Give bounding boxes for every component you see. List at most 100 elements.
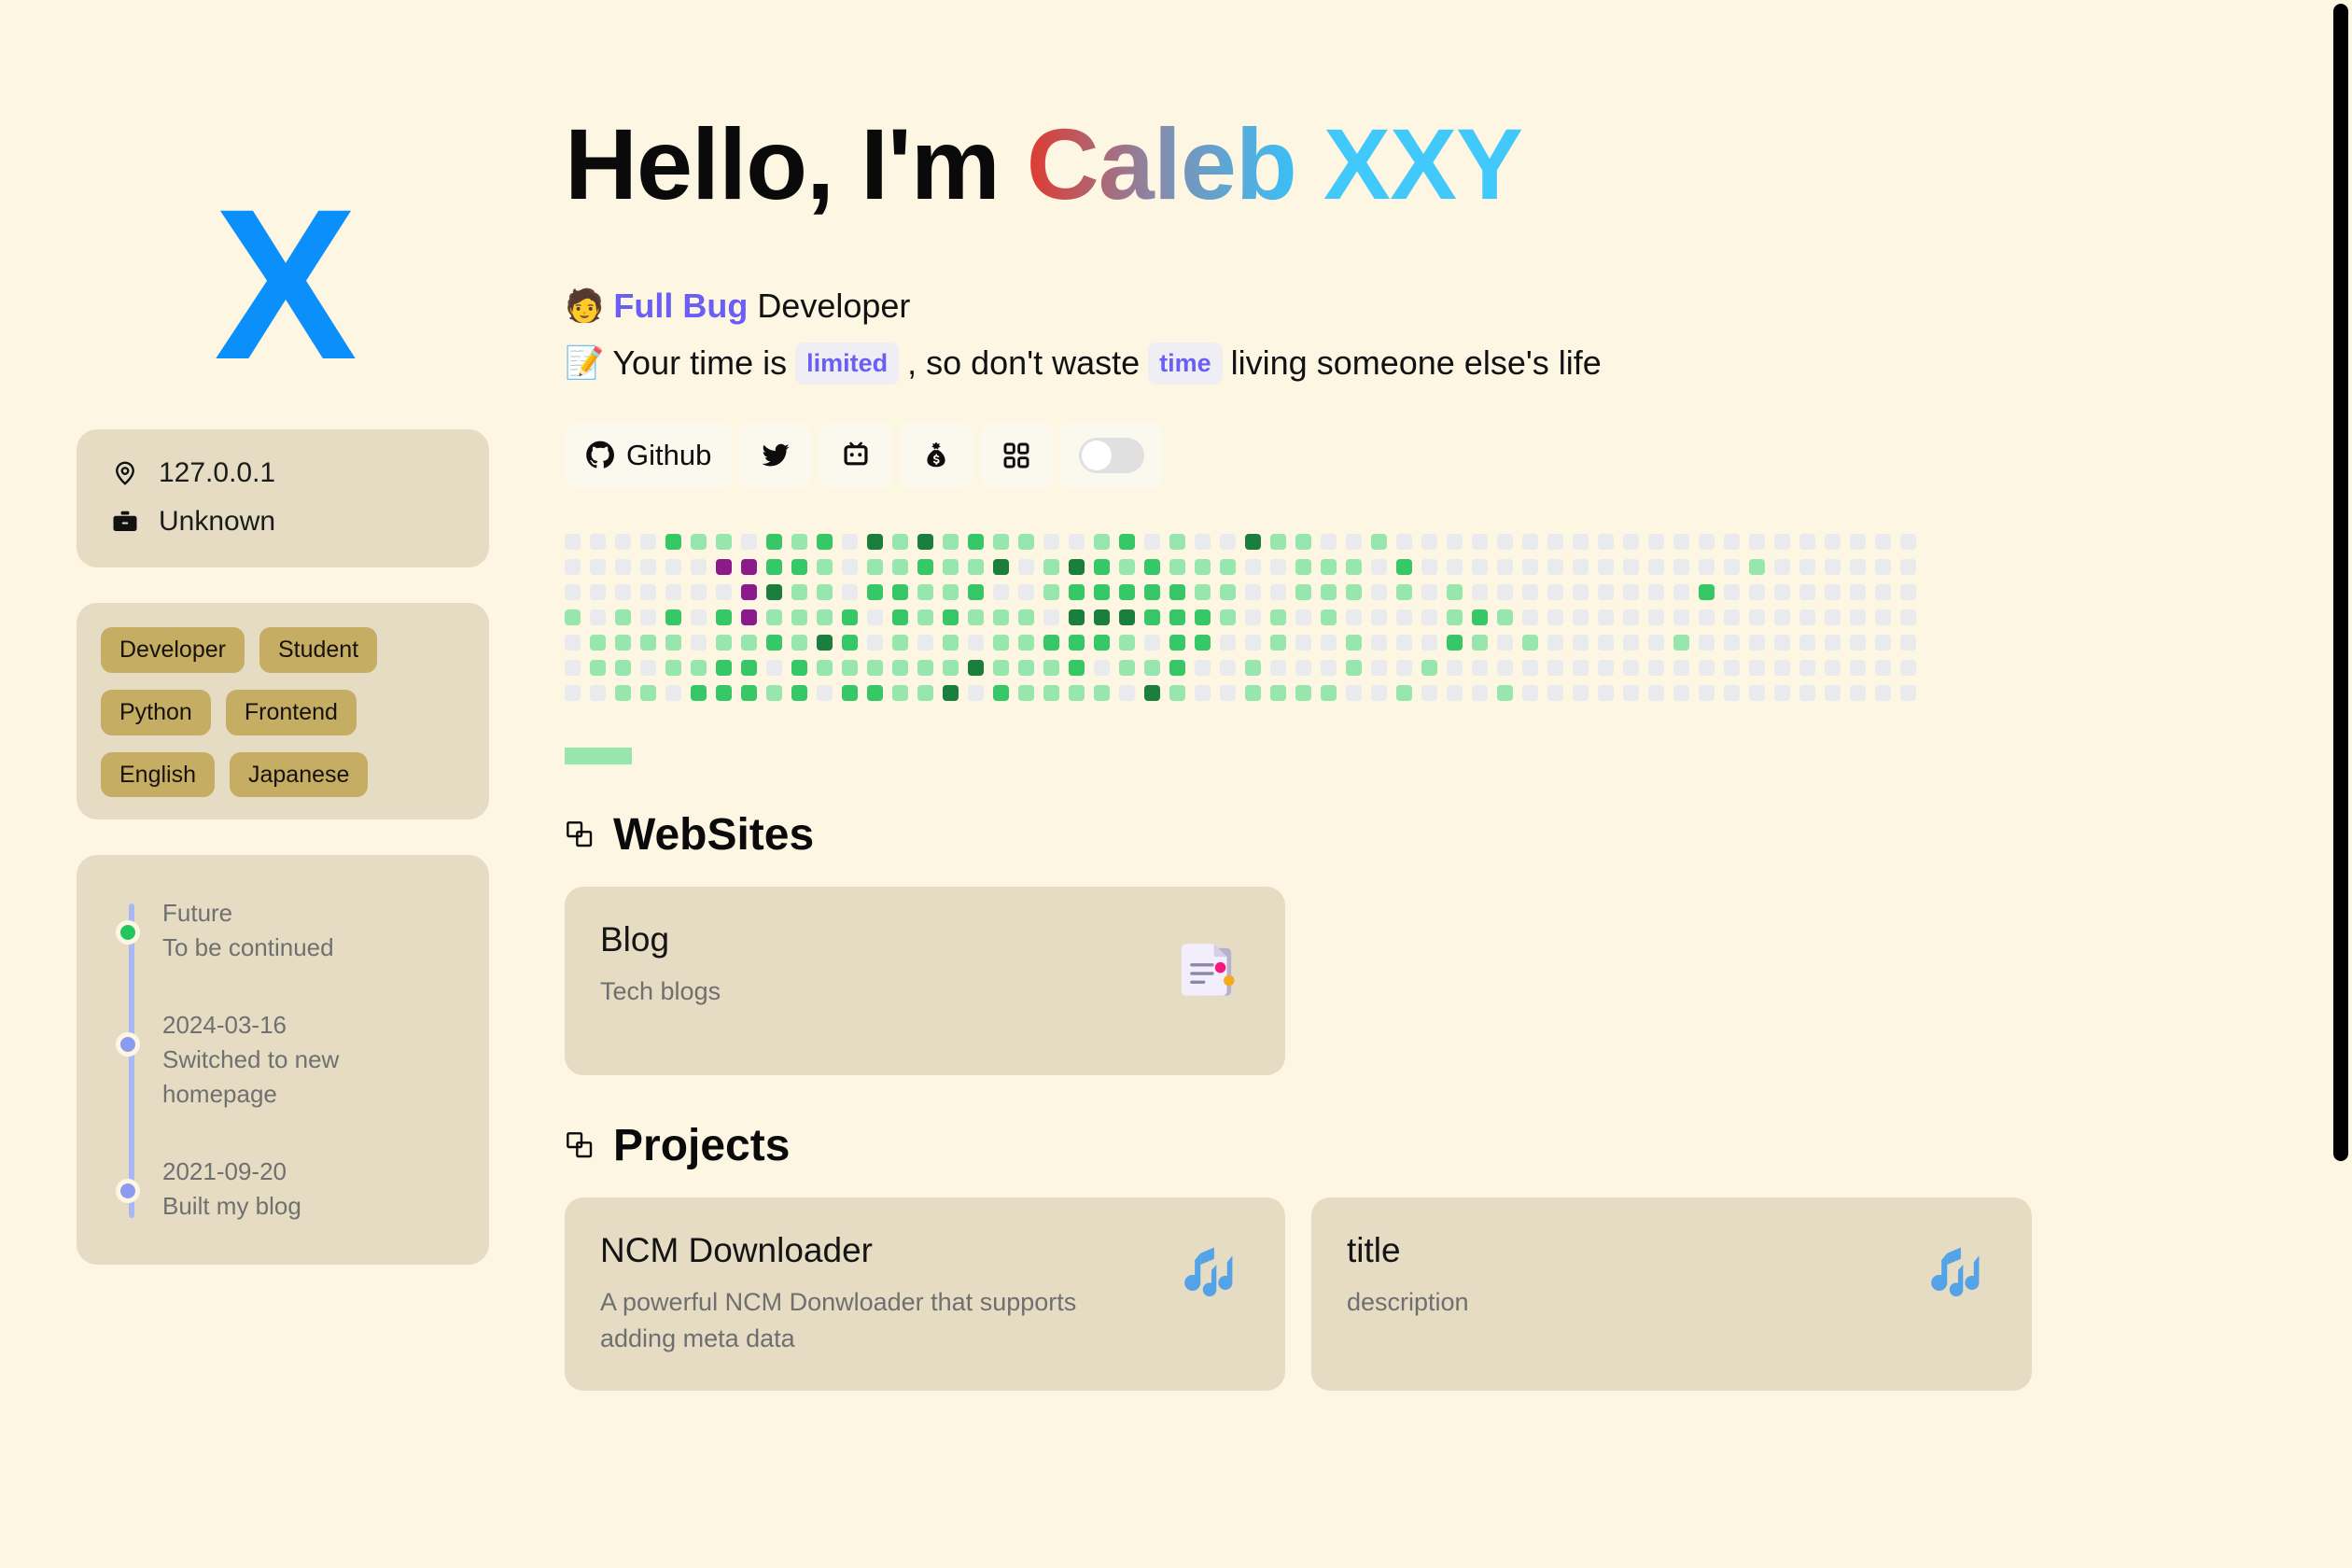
heatmap-cell[interactable] (1270, 558, 1286, 575)
theme-toggle-button[interactable] (1060, 421, 1164, 489)
heatmap-cell[interactable] (1699, 684, 1715, 701)
heatmap-cell[interactable] (1875, 583, 1891, 600)
heatmap-cell[interactable] (1774, 659, 1790, 676)
heatmap-cell[interactable] (1447, 659, 1463, 676)
heatmap-cell[interactable] (993, 609, 1009, 625)
heatmap-cell[interactable] (892, 659, 908, 676)
heatmap-cell[interactable] (615, 558, 631, 575)
heatmap-cell[interactable] (1220, 634, 1236, 651)
heatmap-cell[interactable] (1270, 609, 1286, 625)
heatmap-cell[interactable] (1169, 609, 1185, 625)
heatmap-cell[interactable] (1623, 533, 1639, 550)
heatmap-cell[interactable] (1648, 533, 1664, 550)
heatmap-cell[interactable] (1724, 609, 1740, 625)
heatmap-cell[interactable] (1169, 684, 1185, 701)
heatmap-cell[interactable] (1043, 684, 1059, 701)
heatmap-cell[interactable] (892, 684, 908, 701)
heatmap-cell[interactable] (1346, 533, 1362, 550)
heatmap-cell[interactable] (1220, 659, 1236, 676)
heatmap-cell[interactable] (691, 634, 707, 651)
heatmap-cell[interactable] (1573, 609, 1589, 625)
heatmap-cell[interactable] (1094, 659, 1110, 676)
project-card-ncm-downloader[interactable]: NCM Downloader A powerful NCM Donwloader… (565, 1197, 1285, 1391)
heatmap-cell[interactable] (1724, 634, 1740, 651)
heatmap-cell[interactable] (1220, 583, 1236, 600)
heatmap-cell[interactable] (1774, 634, 1790, 651)
heatmap-cell[interactable] (1245, 634, 1261, 651)
heatmap-cell[interactable] (842, 634, 858, 651)
heatmap-cell[interactable] (1598, 659, 1614, 676)
heatmap-cell[interactable] (842, 583, 858, 600)
heatmap-cell[interactable] (1396, 558, 1412, 575)
heatmap-cell[interactable] (1573, 684, 1589, 701)
heatmap-cell[interactable] (842, 533, 858, 550)
heatmap-cell[interactable] (1749, 659, 1765, 676)
heatmap-cell[interactable] (1673, 583, 1689, 600)
heatmap-cell[interactable] (1547, 583, 1563, 600)
heatmap-cell[interactable] (968, 609, 984, 625)
heatmap-cell[interactable] (1321, 634, 1337, 651)
heatmap-cell[interactable] (665, 659, 681, 676)
heatmap-cell[interactable] (1875, 558, 1891, 575)
heatmap-cell[interactable] (1144, 684, 1160, 701)
heatmap-cell[interactable] (1825, 634, 1841, 651)
heatmap-cell[interactable] (565, 609, 581, 625)
heatmap-cell[interactable] (691, 558, 707, 575)
heatmap-cell[interactable] (1270, 659, 1286, 676)
heatmap-cell[interactable] (1623, 558, 1639, 575)
heatmap-cell[interactable] (817, 659, 833, 676)
heatmap-cell[interactable] (1295, 558, 1311, 575)
heatmap-cell[interactable] (1774, 558, 1790, 575)
heatmap-cell[interactable] (691, 583, 707, 600)
heatmap-cell[interactable] (590, 659, 606, 676)
heatmap-cell[interactable] (1195, 533, 1211, 550)
heatmap-cell[interactable] (1195, 684, 1211, 701)
social-link-sponsor[interactable] (900, 421, 973, 489)
heatmap-cell[interactable] (1472, 684, 1488, 701)
social-link-twitter[interactable] (739, 421, 813, 489)
heatmap-cell[interactable] (1547, 558, 1563, 575)
heatmap-cell[interactable] (1018, 609, 1034, 625)
heatmap-cell[interactable] (867, 684, 883, 701)
heatmap-cell[interactable] (1497, 634, 1513, 651)
heatmap-cell[interactable] (1623, 634, 1639, 651)
heatmap-cell[interactable] (741, 684, 757, 701)
heatmap-cell[interactable] (615, 659, 631, 676)
heatmap-cell[interactable] (1497, 583, 1513, 600)
heatmap-cell[interactable] (1522, 609, 1538, 625)
heatmap-cell[interactable] (1069, 533, 1085, 550)
heatmap-cell[interactable] (1875, 609, 1891, 625)
heatmap-cell[interactable] (1245, 609, 1261, 625)
heatmap-cell[interactable] (1447, 634, 1463, 651)
heatmap-cell[interactable] (968, 659, 984, 676)
heatmap-cell[interactable] (1749, 533, 1765, 550)
heatmap-cell[interactable] (791, 659, 807, 676)
heatmap-cell[interactable] (1774, 583, 1790, 600)
heatmap-cell[interactable] (791, 558, 807, 575)
tag-item[interactable]: Student (259, 627, 378, 673)
heatmap-cell[interactable] (1573, 634, 1589, 651)
heatmap-cell[interactable] (1018, 558, 1034, 575)
heatmap-cell[interactable] (943, 659, 959, 676)
heatmap-cell[interactable] (615, 583, 631, 600)
heatmap-cell[interactable] (1245, 583, 1261, 600)
heatmap-cell[interactable] (791, 634, 807, 651)
heatmap-cell[interactable] (615, 609, 631, 625)
heatmap-cell[interactable] (1144, 558, 1160, 575)
heatmap-cell[interactable] (1094, 558, 1110, 575)
heatmap-cell[interactable] (565, 533, 581, 550)
heatmap-cell[interactable] (1799, 684, 1815, 701)
heatmap-cell[interactable] (1295, 634, 1311, 651)
social-link-github[interactable]: Github (565, 421, 733, 489)
heatmap-cell[interactable] (1774, 684, 1790, 701)
heatmap-cell[interactable] (1598, 609, 1614, 625)
heatmap-cell[interactable] (691, 659, 707, 676)
heatmap-cell[interactable] (1875, 684, 1891, 701)
heatmap-cell[interactable] (565, 659, 581, 676)
heatmap-cell[interactable] (1069, 558, 1085, 575)
heatmap-cell[interactable] (565, 634, 581, 651)
heatmap-cell[interactable] (1573, 659, 1589, 676)
heatmap-cell[interactable] (867, 533, 883, 550)
heatmap-cell[interactable] (1144, 533, 1160, 550)
heatmap-cell[interactable] (1295, 583, 1311, 600)
